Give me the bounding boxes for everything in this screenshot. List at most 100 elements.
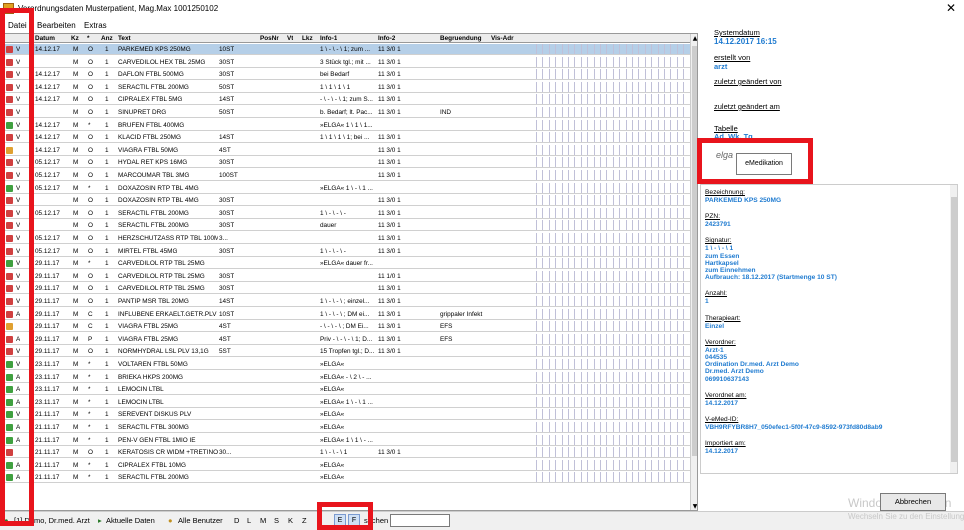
table-row[interactable]: A 23.11.17 M * 1 LEMOCIN LTBL »ELGA« xyxy=(3,384,691,396)
col-header-vt[interactable]: Vt xyxy=(287,34,293,43)
table-row[interactable]: V M O 1 SINUPRET DRG 50ST b. Bedarf; lt. Pac..… xyxy=(3,107,691,118)
table-row[interactable]: A 21.11.17 M * 1 SERACTIL FTBL 300MG »ELGA« xyxy=(3,422,691,433)
col-header-lkz[interactable]: Lkz xyxy=(302,34,313,43)
filter-s[interactable]: S xyxy=(274,516,279,525)
row-kz: M xyxy=(73,222,79,230)
table-row[interactable]: V 29.11.17 M O 1 PANTIP MSR TBL 20MG 14ST 1 \ -… xyxy=(3,296,691,307)
row-kz: M xyxy=(73,184,79,192)
table-row[interactable]: V 14.12.17 M O 1 DAFLON FTBL 500MG 30ST bei Bed… xyxy=(3,69,691,81)
row-text: CARVEDILOL RTP TBL 25MG xyxy=(118,272,205,280)
col-header-datum[interactable]: Datum xyxy=(35,34,55,43)
row-star: O xyxy=(88,272,93,280)
filter-k[interactable]: K xyxy=(288,516,293,525)
row-anz: 1 xyxy=(105,348,109,356)
table-row[interactable]: V M O 1 CARVEDILOL HEX TBL 25MG 30ST 3 Stück t… xyxy=(3,56,691,68)
row-star: C xyxy=(88,323,93,331)
detail-panel: Bezeichnung: PARKEMED KPS 250MG PZN: 242379… xyxy=(700,184,958,474)
table-row[interactable]: V 14.12.17 M * 1 BRUFEN FTBL 400MG »ELGA« 1 \ … xyxy=(3,119,691,131)
filter-m[interactable]: M xyxy=(260,516,266,525)
row-begruendung xyxy=(440,170,490,181)
table-row[interactable]: V 14.12.17 M O 1 CIPRALEX FTBL 5MG 14ST - \ - \… xyxy=(3,94,691,106)
search-input[interactable] xyxy=(390,514,450,527)
menu-bearbeiten[interactable]: Bearbeiten xyxy=(37,21,76,30)
row-info2: 11 3/0 1 xyxy=(378,298,401,305)
aktuelle-daten-button[interactable]: Aktuelle Daten xyxy=(106,516,155,525)
table-row[interactable]: V 29.11.17 M * 1 CARVEDILOL RTP TBL 25MG »ELGA… xyxy=(3,258,691,270)
table-row[interactable]: V 14.12.17 M O 1 KLACID FTBL 250MG 14ST 1 \ 1 \… xyxy=(3,132,691,144)
col-header-anz[interactable]: Anz xyxy=(101,34,113,43)
filter-l[interactable]: L xyxy=(247,516,251,525)
scroll-thumb[interactable] xyxy=(692,46,697,456)
row-text: SERACTIL FTBL 200MG xyxy=(118,209,189,217)
table-scrollbar[interactable]: ▲ ▼ xyxy=(690,34,697,510)
table-row[interactable]: 21.11.17 M O 1 KERATOSIS CR WIDM +TRETINOIN 3… xyxy=(3,447,691,459)
col-header-visadr[interactable]: Vis-Adr xyxy=(491,34,514,43)
row-star: * xyxy=(88,474,91,482)
col-header-begruendung[interactable]: Begruendung xyxy=(440,34,482,43)
row-begruendung xyxy=(440,57,490,68)
scroll-down-icon[interactable]: ▼ xyxy=(691,502,697,510)
row-visual-grid xyxy=(536,422,691,433)
table-row[interactable]: V 29.11.17 M O 1 NORMHYDRAL LSL PLV 13,1G 5ST 1… xyxy=(3,346,691,358)
table-row[interactable]: 29.11.17 M C 1 VIAGRA FTBL 25MG 4ST - \ - \ - … xyxy=(3,321,691,333)
detail-scroll-thumb[interactable] xyxy=(951,197,957,462)
table-row[interactable]: A 23.11.17 M * 1 LEMOCIN LTBL »ELGA« 1 \ - \ 1… xyxy=(3,396,691,408)
row-pack: 4ST xyxy=(219,146,231,154)
filter-z[interactable]: Z xyxy=(302,516,307,525)
row-anz: 1 xyxy=(105,285,109,293)
detail-label: PZN: xyxy=(705,213,721,221)
table-row[interactable]: 14.12.17 M O 1 VIAGRA FTBL 50MG 4ST 11 3/0 1 xyxy=(3,144,691,156)
row-begruendung xyxy=(440,422,490,433)
col-header-star[interactable]: * xyxy=(87,34,90,43)
menu-extras[interactable]: Extras xyxy=(84,21,107,30)
row-kz: M xyxy=(73,209,79,217)
table-row[interactable]: A 29.11.17 M P 1 VIAGRA FTBL 25MG 4ST Priv - \ … xyxy=(3,333,691,345)
row-pack: 10ST xyxy=(219,310,235,318)
table-row[interactable]: V 21.11.17 M * 1 SEREVENT DISKUS PLV »ELGA« xyxy=(3,409,691,421)
col-header-text[interactable]: Text xyxy=(118,34,131,43)
table-row[interactable]: A 29.11.17 M C 1 INFLUBENE ERKAELT.GETR.PLV 10… xyxy=(3,308,691,320)
detail-value: 044535 xyxy=(705,354,728,361)
col-header-posnr[interactable]: PosNr xyxy=(260,34,279,43)
filter-d[interactable]: D xyxy=(234,516,239,525)
col-header-info1[interactable]: Info-1 xyxy=(320,34,337,43)
table-row[interactable]: V 05.12.17 M O 1 SERACTIL FTBL 200MG 30ST 1 \ -… xyxy=(3,207,691,219)
systemdatum-value: 14.12.2017 16:15 xyxy=(714,37,777,46)
table-row[interactable]: V 05.12.17 M O 1 MARCOUMAR TBL 3MG 100ST 11 3/0… xyxy=(3,170,691,181)
table-row[interactable]: A 21.11.17 M * 1 CIPRALEX FTBL 10MG »ELGA« xyxy=(3,459,691,471)
row-pack: 4ST xyxy=(219,335,231,343)
row-anz: 1 xyxy=(105,184,109,192)
table-row[interactable]: V 29.11.17 M O 1 CARVEDILOL RTP TBL 25MG 30ST 1… xyxy=(3,270,691,282)
row-visual-grid xyxy=(536,69,691,80)
row-date: 14.12.17 xyxy=(35,121,60,129)
col-header-info2[interactable]: Info-2 xyxy=(378,34,395,43)
table-row[interactable]: V 05.12.17 M O 1 HYDAL RET KPS 16MG 30ST 11 3/0… xyxy=(3,157,691,169)
row-kz: M xyxy=(73,285,79,293)
table-row[interactable]: V M O 1 SERACTIL FTBL 200MG 30ST dauer 11 3/0 1 xyxy=(3,220,691,232)
table-row[interactable]: V 14.12.17 M O 1 PARKEMED KPS 250MG 10ST 1 \ - … xyxy=(3,44,691,55)
row-visual-grid xyxy=(536,94,691,105)
row-kz: M xyxy=(73,247,79,255)
row-info1 xyxy=(320,170,376,181)
table-row[interactable]: V 05.12.17 M O 1 MIRTEL FTBL 45MG 30ST 1 \ - \ … xyxy=(3,245,691,257)
main-window: Verordnungsdaten Musterpatient, Mag.Max … xyxy=(0,0,964,530)
alle-benutzer-button[interactable]: Alle Benutzer xyxy=(178,516,223,525)
table-row[interactable]: V 14.12.17 M O 1 SERACTIL FTBL 200MG 50ST 1 \ 1… xyxy=(3,81,691,93)
row-date: 23.11.17 xyxy=(35,361,60,368)
close-icon[interactable]: ✕ xyxy=(946,1,956,15)
abbrechen-button[interactable]: Abbrechen xyxy=(880,493,946,511)
table-row[interactable]: V 05.12.17 M * 1 DOXAZOSIN RTP TBL 4MG »ELGA« … xyxy=(3,182,691,194)
scroll-up-icon[interactable]: ▲ xyxy=(691,34,697,43)
table-row[interactable]: V 29.11.17 M O 1 CARVEDILOL RTP TBL 25MG 30ST 1… xyxy=(3,283,691,295)
table-row[interactable]: V 05.12.17 M O 1 HERZSCHUTZASS RTP TBL 100MG 3… xyxy=(3,233,691,244)
row-star: O xyxy=(88,235,93,242)
row-anz: 1 xyxy=(105,335,109,343)
col-header-kz[interactable]: Kz xyxy=(71,34,79,43)
table-row[interactable]: A 21.11.17 M * 1 PEN-V GEN FTBL 1MIO IE »ELGA«… xyxy=(3,434,691,446)
table-row[interactable]: A 23.11.17 M * 1 BRIEKA HKPS 200MG »ELGA« - \ … xyxy=(3,371,691,383)
row-pack: 30ST xyxy=(219,71,235,79)
table-row[interactable]: A 21.11.17 M * 1 SERACTIL FTBL 200MG »ELGA« xyxy=(3,472,691,484)
table-row[interactable]: V M O 1 DOXAZOSIN RTP TBL 4MG 30ST 11 3/0 1 xyxy=(3,195,691,207)
detail-scrollbar[interactable] xyxy=(950,185,957,473)
table-row[interactable]: V 23.11.17 M * 1 VOLTAREN FTBL 50MG »ELGA« xyxy=(3,359,691,370)
